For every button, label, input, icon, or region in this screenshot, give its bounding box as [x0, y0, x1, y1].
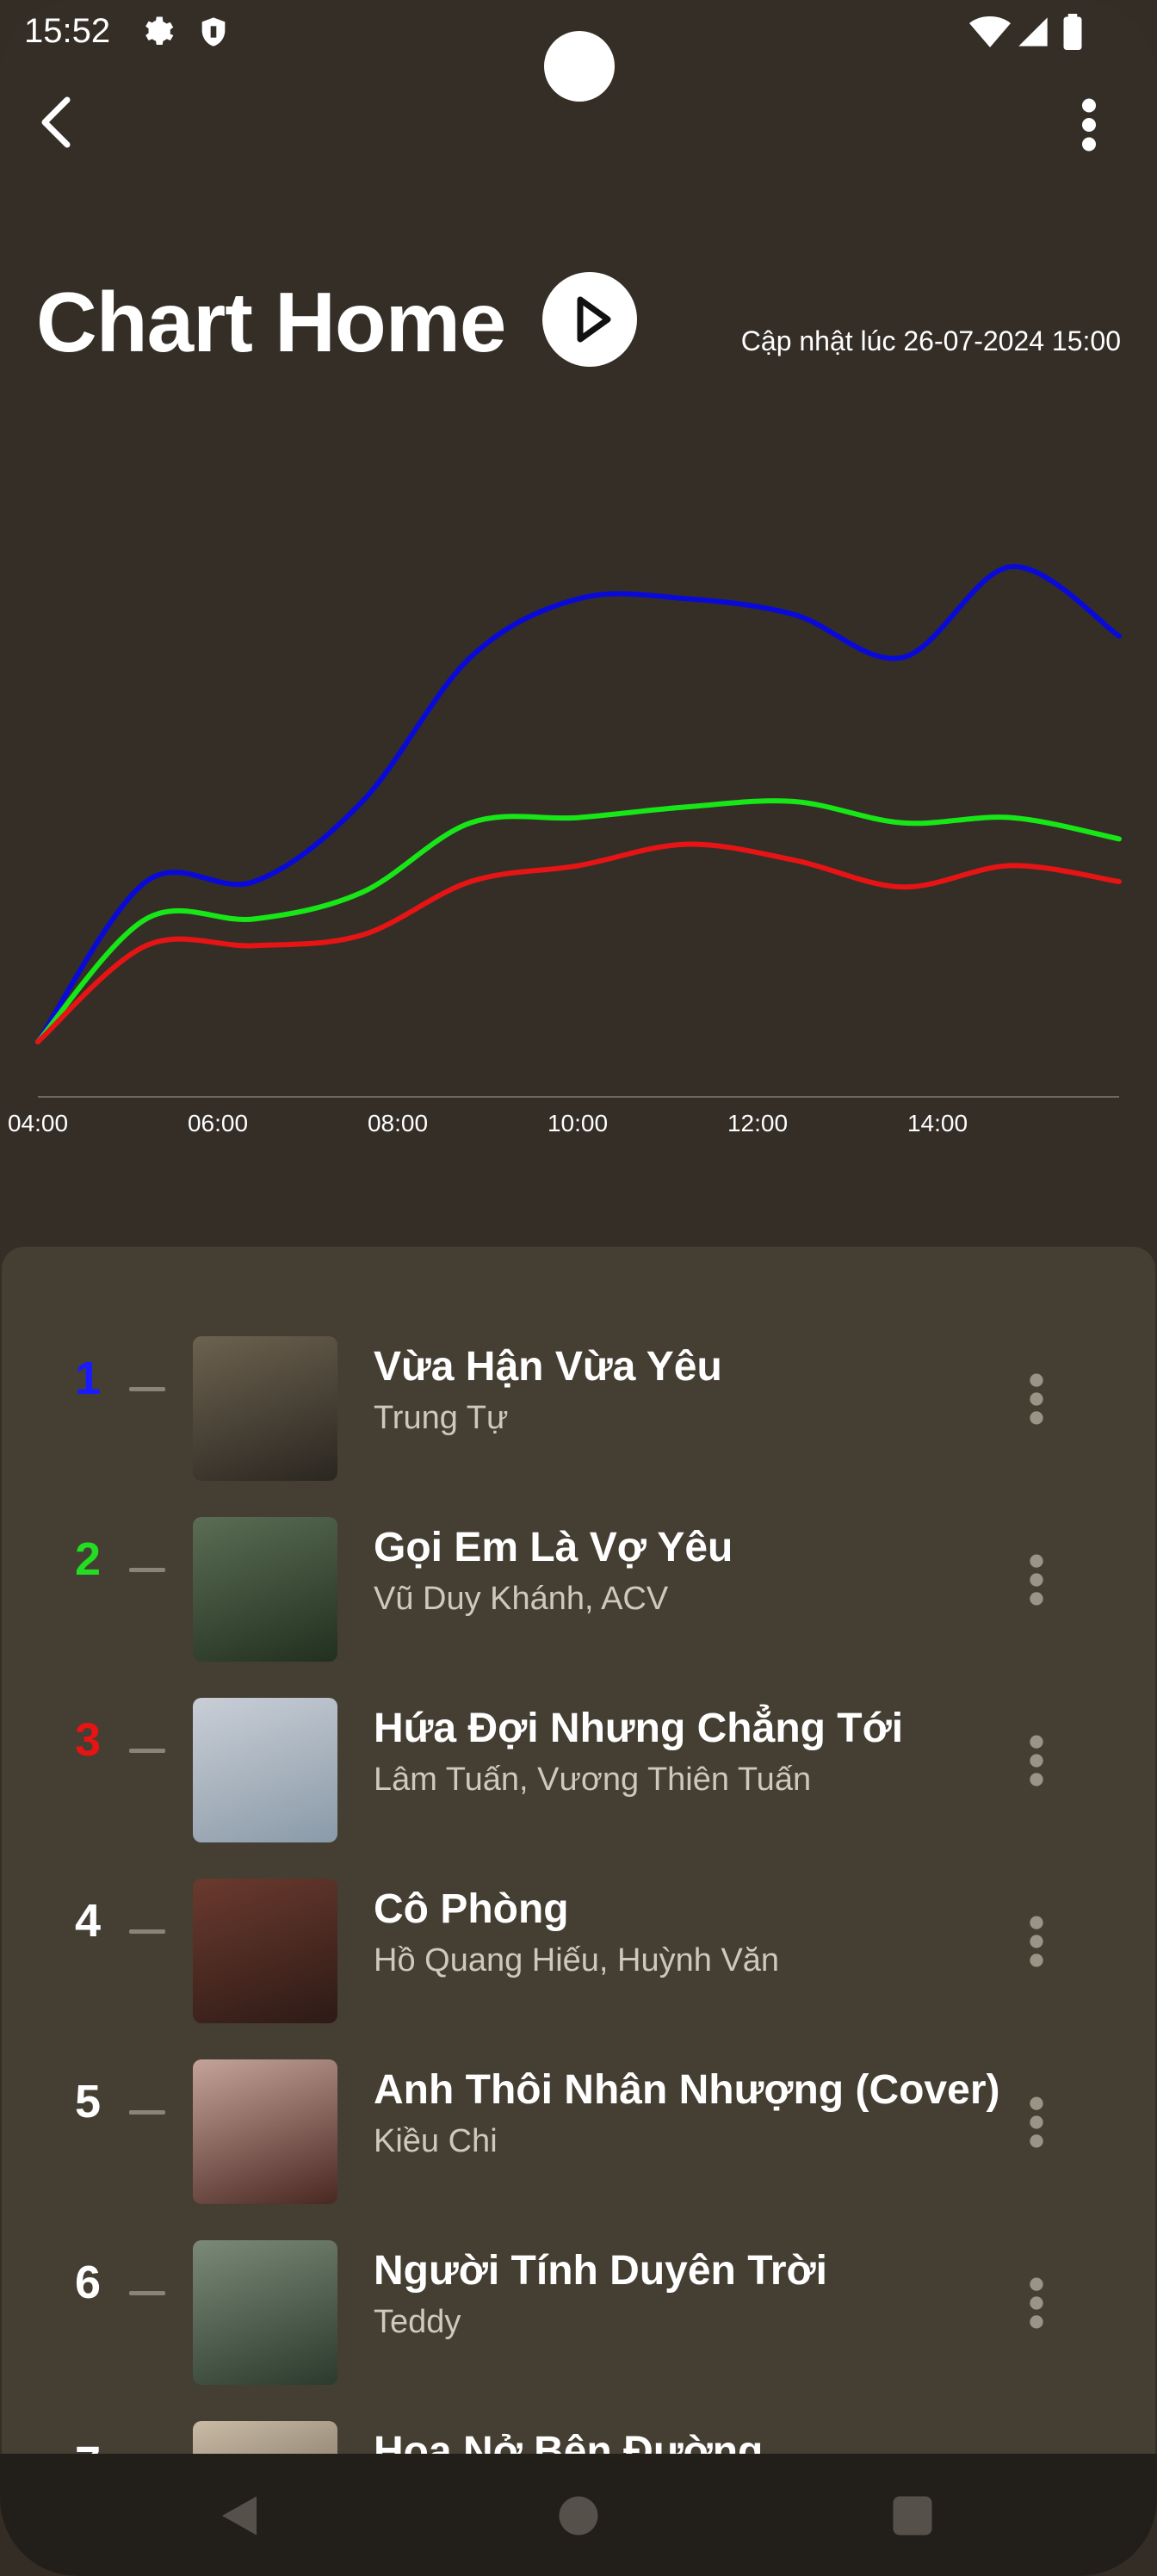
rank-number: 2: [74, 1533, 102, 1585]
play-icon: [577, 296, 611, 343]
series-line-rank-3: [35, 841, 1122, 1044]
nav-recents-icon[interactable]: [887, 2490, 938, 2542]
rank-number: 1: [74, 1353, 102, 1404]
front-camera: [544, 31, 615, 102]
song-row[interactable]: 4 Cô Phòng Hồ Quang Hiếu, Huỳnh Văn: [2, 1842, 1155, 2023]
more-options-icon[interactable]: [1067, 95, 1111, 155]
song-row[interactable]: 1 Vừa Hận Vừa Yêu Trung Tự: [2, 1300, 1155, 1481]
signal-icon: [1018, 17, 1048, 46]
song-title: Hứa Đợi Nhưng Chẳng Tới: [374, 1706, 904, 1751]
rank-number: 5: [74, 2076, 102, 2127]
song-more-icon[interactable]: [1018, 1550, 1055, 1610]
song-artist: Trung Tự: [374, 1400, 509, 1436]
x-tick-label: 04:00: [8, 1110, 68, 1136]
rank-chart: 04:00 06:00 08:00 10:00 12:00 14:00: [8, 564, 1122, 1136]
song-artist: Kiều Chi: [374, 2123, 498, 2159]
x-axis-ticks: 04:00 06:00 08:00 10:00 12:00 14:00: [8, 1110, 968, 1136]
x-tick-label: 08:00: [368, 1110, 428, 1136]
x-tick-label: 06:00: [188, 1110, 248, 1136]
song-row[interactable]: 3 Hứa Đợi Nhưng Chẳng Tới Lâm Tuấn, Vươn…: [2, 1662, 1155, 1842]
nav-home-icon[interactable]: [553, 2490, 604, 2542]
song-row[interactable]: 6 Người Tính Duyên Trời Teddy: [2, 2204, 1155, 2385]
song-row[interactable]: 2 Gọi Em Là Vợ Yêu Vũ Duy Khánh, ACV: [2, 1481, 1155, 1662]
album-cover: [193, 2059, 337, 2204]
song-title: Cô Phòng: [374, 1886, 569, 1932]
rank-change-dash: [129, 1749, 165, 1753]
album-cover: [193, 1879, 337, 2023]
status-time: 15:52: [24, 12, 111, 50]
song-artist: Vũ Duy Khánh, ACV: [374, 1581, 669, 1617]
song-more-icon[interactable]: [1018, 1731, 1055, 1791]
app-screen: 15:52 Chart Home Cập nhật lúc 26-07-2024…: [0, 0, 1157, 2576]
rank-number: 6: [74, 2257, 102, 2308]
song-list: 1 Vừa Hận Vừa Yêu Trung Tự 2 Gọi Em Là V…: [2, 1247, 1155, 2576]
nav-back-icon[interactable]: [213, 2490, 265, 2542]
rank-change-dash: [129, 2291, 165, 2295]
song-title: Gọi Em Là Vợ Yêu: [374, 1525, 733, 1570]
x-tick-label: 14:00: [907, 1110, 968, 1136]
rank-change-dash: [129, 1387, 165, 1391]
rank-number: 3: [74, 1714, 102, 1766]
chart-series-group: [35, 564, 1122, 1044]
x-tick-label: 12:00: [727, 1110, 788, 1136]
back-icon[interactable]: [29, 95, 84, 150]
song-row[interactable]: 5 Anh Thôi Nhân Nhượng (Cover) Kiều Chi: [2, 2023, 1155, 2204]
wifi-icon: [969, 16, 1011, 47]
song-more-icon[interactable]: [1018, 2092, 1055, 2152]
song-title: Anh Thôi Nhân Nhượng (Cover): [374, 2067, 1000, 2113]
page-title: Chart Home: [36, 275, 506, 369]
updated-timestamp: Cập nhật lúc 26-07-2024 15:00: [740, 325, 1121, 356]
battery-icon: [1063, 14, 1082, 50]
album-cover: [193, 1698, 337, 1842]
settings-icon: [145, 16, 174, 46]
play-all-button[interactable]: [542, 272, 637, 367]
rank-change-dash: [129, 1568, 165, 1572]
song-more-icon[interactable]: [1018, 2273, 1055, 2333]
song-more-icon[interactable]: [1018, 1911, 1055, 1972]
album-cover: [193, 1517, 337, 1662]
series-line-rank-1: [35, 564, 1122, 1044]
series-line-rank-2: [35, 798, 1122, 1044]
album-cover: [193, 1336, 337, 1481]
song-artist: Lâm Tuấn, Vương Thiên Tuấn: [374, 1762, 812, 1798]
x-tick-label: 10:00: [548, 1110, 608, 1136]
song-more-icon[interactable]: [1018, 1369, 1055, 1429]
song-artist: Hồ Quang Hiếu, Huỳnh Văn: [374, 1942, 780, 1978]
rank-change-dash: [129, 2110, 165, 2115]
song-artist: Teddy: [374, 2304, 461, 2340]
song-title: Vừa Hận Vừa Yêu: [374, 1344, 722, 1390]
rank-number: 4: [74, 1895, 102, 1947]
navigation-bar: [0, 2454, 1157, 2576]
song-title: Người Tính Duyên Trời: [374, 2248, 828, 2294]
album-cover: [193, 2240, 337, 2385]
rank-change-dash: [129, 1929, 165, 1934]
shield-icon: [201, 17, 226, 46]
